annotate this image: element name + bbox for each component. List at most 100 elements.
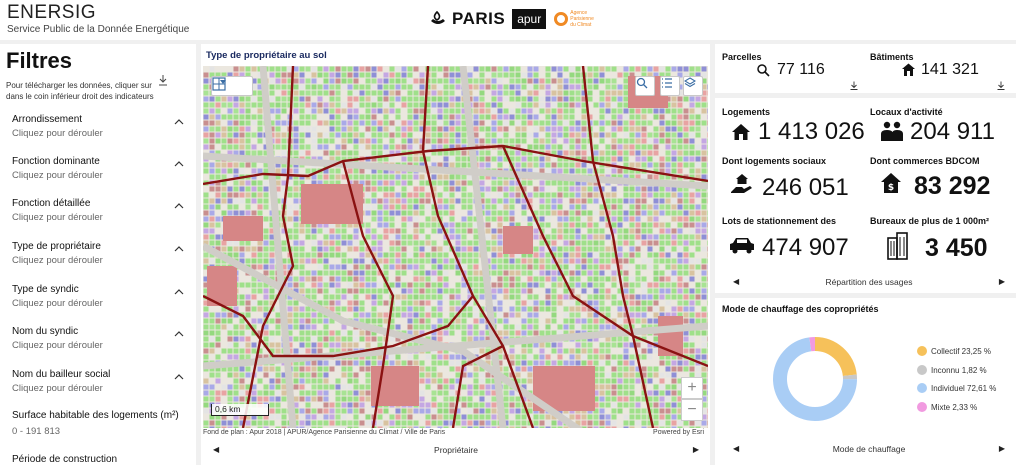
heating-title: Mode de chauffage des copropriétés bbox=[722, 304, 879, 314]
filter-nom-syndic[interactable]: Nom du syndic Cliquez pour dérouler bbox=[12, 326, 188, 364]
search-icon bbox=[757, 64, 770, 77]
filters-note: Pour télécharger les données, cliquer su… bbox=[6, 81, 154, 101]
map-title: Type de propriétaire au sol bbox=[206, 50, 327, 61]
chevron-up-icon[interactable] bbox=[174, 373, 184, 381]
filter-type-proprietaire[interactable]: Type de propriétaire Cliquez pour déroul… bbox=[12, 241, 188, 279]
app-subtitle: Service Public de la Donnée Energétique bbox=[7, 24, 190, 35]
next-arrow-icon[interactable]: ▶ bbox=[999, 277, 1005, 286]
legend-swatch bbox=[917, 346, 927, 356]
paris-ship-icon bbox=[431, 10, 445, 24]
home-icon bbox=[732, 124, 750, 140]
esri-credit[interactable]: Powered by Esri bbox=[653, 429, 704, 436]
next-arrow-icon[interactable]: ▶ bbox=[693, 445, 699, 454]
legend-item: Inconnu 1,82 % bbox=[917, 365, 987, 375]
usage-nav-label: Répartition des usages bbox=[825, 277, 913, 287]
periode-filter-label[interactable]: Période de construction bbox=[12, 454, 117, 465]
filters-sidebar: Filtres Pour télécharger les données, cl… bbox=[0, 44, 196, 465]
zoom-out-button[interactable]: − bbox=[681, 399, 703, 421]
hand-house-icon bbox=[731, 174, 752, 193]
download-icon[interactable] bbox=[850, 81, 858, 90]
house-dollar-icon: $ bbox=[881, 173, 901, 193]
chevron-up-icon[interactable] bbox=[174, 202, 184, 210]
chevron-up-icon[interactable] bbox=[174, 160, 184, 168]
filter-label: Nom du syndic bbox=[12, 326, 79, 337]
car-icon bbox=[730, 238, 754, 254]
filter-arrondissement[interactable]: Arrondissement Cliquez pour dérouler bbox=[12, 114, 188, 152]
filter-fonction-dominante[interactable]: Fonction dominante Cliquez pour dérouler bbox=[12, 156, 188, 194]
filter-nom-bailleur[interactable]: Nom du bailleur social Cliquez pour déro… bbox=[12, 369, 188, 407]
office-building-icon bbox=[887, 232, 908, 260]
download-icon[interactable] bbox=[997, 81, 1005, 90]
legend-label: Collectif 23,25 % bbox=[931, 346, 992, 356]
chevron-up-icon[interactable] bbox=[174, 245, 184, 253]
filter-hint: Cliquez pour dérouler bbox=[12, 170, 103, 181]
heating-panel: Mode de chauffage des copropriétés ◀ Mod… bbox=[715, 298, 1016, 465]
map-attribution: Fond de plan : Apur 2018 | APUR/Agence P… bbox=[203, 429, 708, 439]
parcelles-label: Parcelles bbox=[722, 52, 762, 62]
map-scalebar: 0,6 km bbox=[211, 404, 269, 416]
batiments-label: Bâtiments bbox=[870, 52, 914, 62]
caret-down-icon[interactable] bbox=[218, 77, 228, 87]
legend-item: Individuel 72,61 % bbox=[917, 383, 996, 393]
legend-swatch bbox=[917, 383, 927, 393]
filter-hint: Cliquez pour dérouler bbox=[12, 255, 103, 266]
map-legend-button[interactable] bbox=[660, 76, 680, 96]
basemap-toolbar bbox=[211, 76, 253, 96]
people-icon bbox=[881, 121, 903, 141]
next-arrow-icon[interactable]: ▶ bbox=[999, 444, 1005, 453]
paris-logo-text: PARIS bbox=[452, 9, 506, 28]
app-header: ENERSIG Service Public de la Donnée Ener… bbox=[0, 0, 1016, 40]
list-icon bbox=[662, 78, 672, 88]
commerces-value: 83 292 bbox=[914, 172, 991, 200]
surface-filter-label: Surface habitable des logements (m²) bbox=[12, 410, 179, 421]
locaux-value: 204 911 bbox=[910, 118, 995, 145]
filter-label: Nom du bailleur social bbox=[12, 369, 111, 380]
logements-value: 1 413 026 bbox=[758, 118, 865, 145]
svg-text:$: $ bbox=[888, 183, 894, 193]
filter-label: Fonction détaillée bbox=[12, 198, 91, 209]
bureaux-value: 3 450 bbox=[925, 234, 988, 262]
heating-donut-chart[interactable] bbox=[771, 335, 859, 423]
zoom-in-button[interactable]: + bbox=[681, 377, 703, 399]
filter-label: Type de syndic bbox=[12, 284, 79, 295]
counts-panel: Parcelles 77 116 Bâtiments 141 321 bbox=[715, 44, 1016, 93]
usage-panel: Logements 1 413 026 Locaux d'activité 20… bbox=[715, 98, 1016, 293]
bureaux-label: Bureaux de plus de 1 000m² bbox=[870, 216, 990, 226]
layers-icon bbox=[684, 77, 696, 88]
map-search-button[interactable] bbox=[635, 76, 655, 96]
climat-circle-icon bbox=[554, 12, 569, 26]
surface-filter-range[interactable]: 0 - 191 813 bbox=[12, 426, 60, 437]
legend-item: Mixte 2,33 % bbox=[917, 402, 977, 412]
chevron-up-icon[interactable] bbox=[174, 288, 184, 296]
map-layers-button[interactable] bbox=[683, 76, 703, 96]
usage-nav-bar: ◀ Répartition des usages ▶ bbox=[729, 274, 1009, 290]
filter-label: Fonction dominante bbox=[12, 156, 100, 167]
climat-logo-text: Agence Parisienne du Climat bbox=[570, 10, 594, 28]
stationnement-value: 474 907 bbox=[762, 234, 849, 261]
batiments-value: 141 321 bbox=[921, 61, 979, 78]
legend-label: Individuel 72,61 % bbox=[931, 383, 997, 393]
apur-logo: apur bbox=[512, 9, 547, 29]
filter-type-syndic[interactable]: Type de syndic Cliquez pour dérouler bbox=[12, 284, 188, 322]
filter-label: Arrondissement bbox=[12, 114, 83, 125]
partner-logos: PARIS apur Agence Parisienne du Climat bbox=[428, 6, 600, 32]
legend-swatch bbox=[917, 365, 927, 375]
heating-nav-bar: ◀ Mode de chauffage ▶ bbox=[729, 441, 1009, 457]
filter-hint: Cliquez pour dérouler bbox=[12, 383, 103, 394]
filters-title: Filtres bbox=[6, 48, 73, 73]
filter-hint: Cliquez pour dérouler bbox=[12, 212, 103, 223]
heating-nav-label: Mode de chauffage bbox=[832, 444, 906, 454]
logements-label: Logements bbox=[722, 107, 771, 117]
map-layer[interactable] bbox=[203, 66, 708, 428]
filter-fonction-detaillee[interactable]: Fonction détaillée Cliquez pour dérouler bbox=[12, 198, 188, 236]
filter-hint: Cliquez pour dérouler bbox=[12, 340, 103, 351]
locaux-label: Locaux d'activité bbox=[870, 107, 943, 117]
climat-logo: Agence Parisienne du Climat bbox=[554, 10, 600, 28]
chevron-up-icon[interactable] bbox=[174, 118, 184, 126]
legend-item: Collectif 23,25 % bbox=[917, 346, 991, 356]
chevron-up-icon[interactable] bbox=[174, 330, 184, 338]
map-canvas[interactable]: 0,6 km + − bbox=[203, 66, 708, 428]
stationnement-label: Lots de stationnement des bbox=[722, 216, 837, 226]
attribution-text: Fond de plan : Apur 2018 | APUR/Agence P… bbox=[203, 429, 446, 436]
legend-swatch bbox=[917, 402, 927, 412]
